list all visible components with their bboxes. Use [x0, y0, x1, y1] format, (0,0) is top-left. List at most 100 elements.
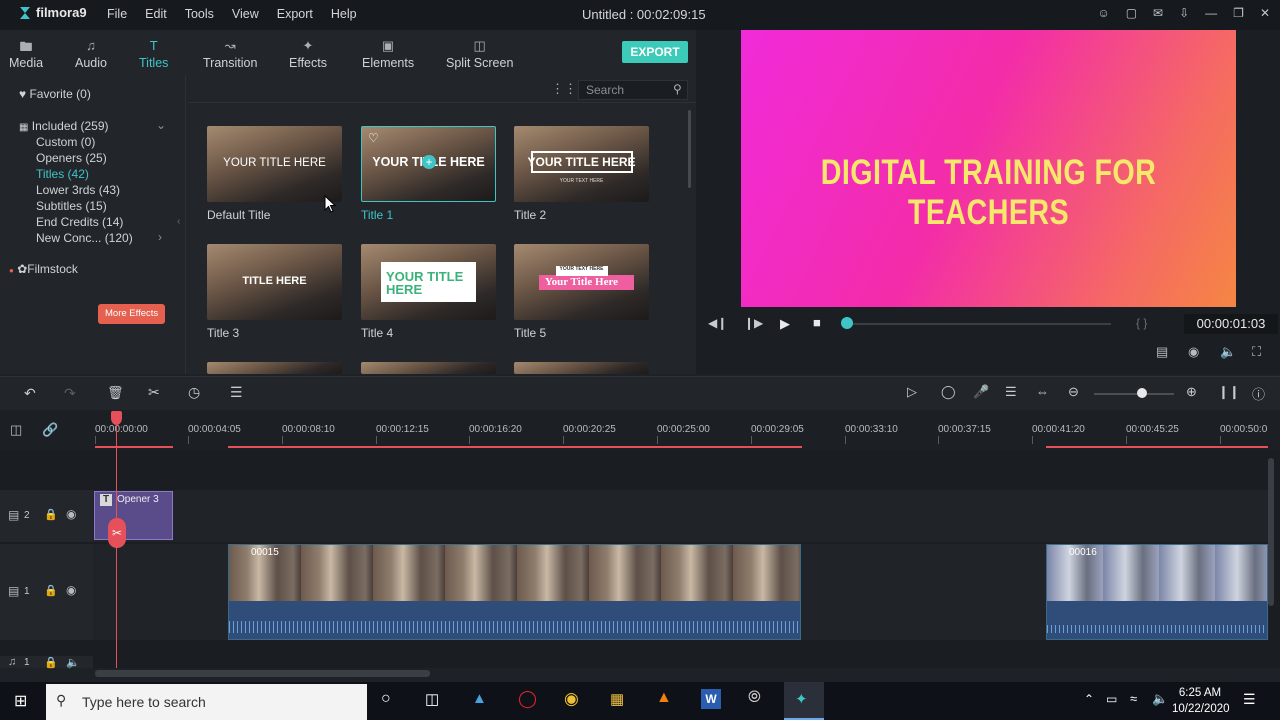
play-icon[interactable]: ▶	[780, 316, 790, 332]
tab-audio[interactable]: ♫ Audio	[75, 38, 107, 70]
title-thumb-3[interactable]: TITLE HERE	[207, 244, 342, 320]
vlc-icon[interactable]: ▲	[656, 689, 672, 707]
chevron-right-icon[interactable]: ›	[158, 230, 162, 244]
more-effects-button[interactable]: More Effects	[98, 304, 166, 324]
windows-start-icon[interactable]: ⊞	[14, 691, 27, 711]
display-settings-icon[interactable]: ▤	[1156, 344, 1168, 360]
redo-icon[interactable]: ↷	[64, 385, 76, 402]
menu-help[interactable]: Help	[331, 7, 357, 21]
eye-icon[interactable]: ◉	[66, 583, 76, 597]
render-icon[interactable]: ▷	[907, 384, 917, 400]
speed-icon[interactable]: ◷	[188, 384, 200, 401]
undo-icon[interactable]: ↶	[24, 385, 36, 402]
category-custom[interactable]: Custom (0)	[36, 135, 95, 149]
chevron-up-icon[interactable]: ⌃	[1084, 692, 1094, 706]
battery-icon[interactable]: ▭	[1106, 692, 1117, 706]
zoom-slider-handle[interactable]	[1137, 388, 1147, 398]
volume-tray-icon[interactable]: 🔈	[1152, 691, 1168, 707]
track-1-lane[interactable]: 00015 00016	[93, 544, 1269, 640]
maximize-icon[interactable]: ❐	[1233, 6, 1244, 20]
layout-icon[interactable]: ❙❙	[1218, 384, 1240, 400]
menu-edit[interactable]: Edit	[145, 7, 167, 21]
collapse-panel-icon[interactable]: ‹	[177, 216, 180, 227]
category-lower-3rds[interactable]: Lower 3rds (43)	[36, 183, 120, 197]
title-thumb-4[interactable]: YOUR TITLE HERE	[361, 244, 496, 320]
minimize-icon[interactable]: —	[1205, 6, 1217, 20]
wifi-icon[interactable]: ≈	[1130, 691, 1137, 706]
add-icon[interactable]: +	[422, 155, 436, 169]
tab-split-screen[interactable]: ◫ Split Screen	[446, 38, 513, 70]
category-openers[interactable]: Openers (25)	[36, 151, 107, 165]
category-filmstock[interactable]: ● ✿Filmstock	[9, 262, 78, 276]
playback-scrubber[interactable]	[841, 317, 853, 329]
delete-icon[interactable]: 🗑	[107, 385, 124, 401]
add-track-icon[interactable]: ◫	[10, 422, 22, 438]
cut-icon[interactable]: ✂	[148, 384, 160, 401]
app-circle-icon[interactable]: ⦾	[748, 689, 761, 707]
title-thumb-partial[interactable]	[361, 362, 496, 374]
playhead-handle[interactable]	[111, 411, 122, 425]
stop-icon[interactable]: ■	[813, 315, 821, 330]
marker-icon[interactable]: ◯	[941, 384, 956, 400]
title-thumb-5[interactable]: YOUR TEXT HERE Your Title Here	[514, 244, 649, 320]
fullscreen-icon[interactable]: ⛶	[1252, 344, 1261, 360]
playback-progress-track[interactable]	[847, 323, 1111, 325]
lock-icon[interactable]: 🔒	[44, 508, 58, 521]
lock-icon[interactable]: 🔒	[44, 656, 58, 669]
tab-titles[interactable]: T Titles	[139, 38, 168, 70]
title-thumb-partial[interactable]	[514, 362, 649, 374]
category-end-credits[interactable]: End Credits (14)	[36, 215, 123, 229]
timeline-vertical-scrollbar[interactable]	[1268, 458, 1274, 606]
category-favorite[interactable]: ♥ Favorite (0)	[19, 87, 91, 101]
menu-tools[interactable]: Tools	[185, 7, 214, 21]
save-icon[interactable]: ▢	[1126, 6, 1137, 20]
app-taskbar-icon[interactable]: ▲	[472, 690, 487, 707]
menu-view[interactable]: View	[232, 7, 259, 21]
mark-in-out-icon[interactable]: { }	[1136, 316, 1147, 330]
tab-media[interactable]: 🖿 Media	[9, 38, 43, 70]
task-view-icon[interactable]: ◫	[425, 690, 439, 708]
title-thumb-default[interactable]: YOUR TITLE HERE	[207, 126, 342, 202]
category-included[interactable]: ▦ Included (259)	[19, 119, 109, 133]
export-button[interactable]: EXPORT	[622, 41, 688, 63]
timeline-ruler[interactable]: ◫ 🔗 00:00:00:00 00:00:04:05 00:00:08:10 00:…	[0, 410, 1280, 450]
zoom-in-icon[interactable]: ⊕	[1186, 384, 1197, 400]
notification-icon[interactable]: ☰	[1243, 691, 1256, 708]
close-icon[interactable]: ✕	[1260, 6, 1270, 20]
menu-export[interactable]: Export	[277, 7, 313, 21]
filmora-taskbar-button[interactable]: ✦	[784, 682, 824, 720]
eye-icon[interactable]: ◉	[66, 507, 76, 521]
track-2-lane[interactable]: T Opener 3	[93, 490, 1269, 542]
download-icon[interactable]: ⇩	[1179, 6, 1189, 20]
volume-icon[interactable]: 🔈	[1220, 344, 1236, 360]
zoom-out-icon[interactable]: ⊖	[1068, 384, 1079, 400]
category-new-concepts[interactable]: New Conc... (120)	[36, 231, 133, 245]
help-icon[interactable]: ⓘ	[1252, 384, 1265, 403]
account-icon[interactable]: ☺	[1097, 6, 1109, 20]
cortana-icon[interactable]: ○	[381, 690, 391, 708]
category-titles[interactable]: Titles (42)	[36, 167, 89, 181]
video-clip[interactable]: 00016	[1046, 544, 1268, 640]
speaker-icon[interactable]: 🔈	[66, 656, 80, 669]
lock-icon[interactable]: 🔒	[44, 584, 58, 597]
chrome-icon[interactable]: ◉	[564, 689, 579, 709]
opera-icon[interactable]: ◯	[518, 689, 537, 709]
tab-elements[interactable]: ▣ Elements	[362, 38, 414, 70]
category-subtitles[interactable]: Subtitles (15)	[36, 199, 107, 213]
timeline-horizontal-scrollbar[interactable]	[95, 670, 430, 677]
fit-timeline-icon[interactable]: ⇔	[1036, 384, 1049, 399]
title-thumb-2[interactable]: YOUR TITLE HERE YOUR TEXT HERE	[514, 126, 649, 202]
microphone-icon[interactable]: 🎤	[973, 384, 989, 400]
title-clip[interactable]: T Opener 3	[94, 491, 173, 540]
mail-icon[interactable]: ✉	[1153, 6, 1163, 20]
video-clip[interactable]: 00015	[228, 544, 801, 640]
menu-file[interactable]: File	[107, 7, 127, 21]
split-scissors-icon[interactable]: ✂	[108, 518, 126, 548]
file-explorer-icon[interactable]: ▦	[610, 690, 624, 708]
tab-effects[interactable]: ✦ Effects	[289, 38, 327, 70]
adjust-icon[interactable]: ☰	[230, 384, 243, 401]
link-icon[interactable]: 🔗	[42, 422, 58, 438]
clock[interactable]: 6:25 AM 10/22/2020	[1172, 685, 1230, 717]
step-play-icon[interactable]: ❙▶	[744, 316, 763, 330]
prev-frame-icon[interactable]: ◀❙	[708, 316, 727, 330]
